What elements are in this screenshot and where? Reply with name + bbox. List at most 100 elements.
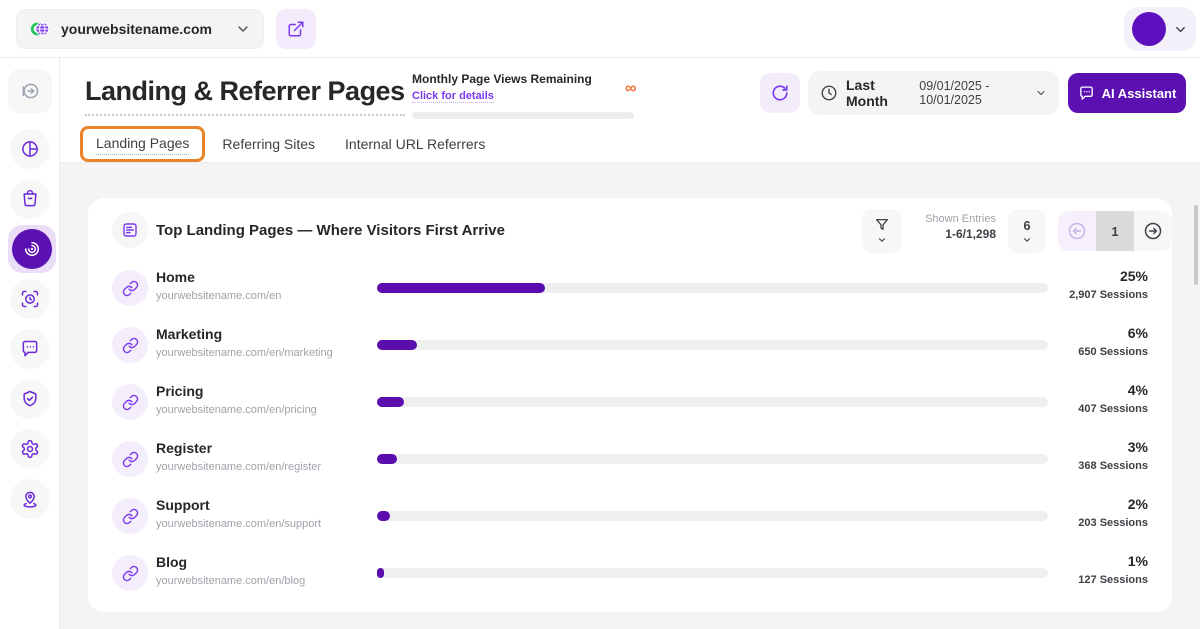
page-header: Landing & Referrer Pages Monthly Page Vi… [60,58,1200,163]
session-bar-track [377,397,1048,407]
scrollbar[interactable] [1194,205,1198,285]
shown-entries-value: 1-6/1,298 [904,227,996,241]
quota-label: Monthly Page Views Remaining [412,72,652,86]
percent-value: 2% [1128,496,1148,512]
link-icon[interactable] [112,441,148,477]
page-url: yourwebsitename.com/en/register [156,461,321,473]
external-link-icon [287,20,305,38]
page-name[interactable]: Register [156,440,212,456]
page-name[interactable]: Support [156,497,210,513]
tab-landing-pages[interactable]: Landing Pages [96,135,189,155]
tab-internal-url-referrers[interactable]: Internal URL Referrers [345,136,485,152]
active-indicator [12,229,52,269]
quota-progress-bar [412,112,634,119]
session-bar-track [377,454,1048,464]
prev-page-button[interactable] [1058,211,1096,251]
sidebar-collapse-button[interactable] [8,69,52,113]
website-globe-icon [29,18,51,40]
chevron-down-icon [877,235,887,245]
pie-chart-icon [20,139,40,159]
chevron-down-icon [235,21,251,37]
link-icon[interactable] [112,270,148,306]
arrow-left-circle-icon [1067,221,1087,241]
refresh-button[interactable] [760,73,800,113]
link-icon[interactable] [112,498,148,534]
clock-icon [820,84,838,102]
chevron-down-icon [1035,87,1047,99]
session-bar-track [377,283,1048,293]
session-bar-fill [377,340,417,350]
page-url: yourwebsitename.com/en/marketing [156,347,333,359]
session-bar-fill [377,511,390,521]
filter-button[interactable] [862,209,902,253]
gear-icon [20,439,40,459]
ai-assistant-button[interactable]: AI Assistant [1068,73,1186,113]
chevron-down-icon [1022,235,1032,245]
page-name[interactable]: Pricing [156,383,203,399]
sidebar-item-overview[interactable] [10,129,50,169]
sidebar-nav [0,58,60,629]
sessions-value: 368 Sessions [1078,460,1148,472]
date-range-picker[interactable]: Last Month 09/01/2025 - 10/01/2025 [808,71,1059,115]
landing-page-rows: Home yourwebsitename.com/en 25% 2,907 Se… [88,260,1172,602]
content-area: Top Landing Pages — Where Visitors First… [60,163,1200,629]
sidebar-item-landing-pages[interactable] [8,225,56,273]
shown-entries: Shown Entries 1-6/1,298 [904,213,996,241]
app-window: yourwebsitename.com [0,0,1200,629]
page-name[interactable]: Marketing [156,326,222,342]
sidebar-item-goals[interactable] [10,279,50,319]
next-page-button[interactable] [1134,211,1172,251]
refresh-icon [771,84,789,102]
shown-entries-label: Shown Entries [904,213,996,225]
session-bar-track [377,511,1048,521]
percent-value: 4% [1128,382,1148,398]
radar-icon [22,239,42,259]
ai-assistant-label: AI Assistant [1102,86,1177,101]
page-size-selector[interactable]: 6 [1008,209,1046,253]
sidebar-item-security[interactable] [10,379,50,419]
card-title: Top Landing Pages — Where Visitors First… [156,222,505,239]
sidebar-item-locations[interactable] [10,479,50,519]
sessions-value: 127 Sessions [1078,574,1148,586]
page-name[interactable]: Blog [156,554,187,570]
report-doc-icon [112,212,148,248]
shield-check-icon [20,389,40,409]
current-page[interactable]: 1 [1096,211,1134,251]
session-bar-fill [377,568,384,578]
sidebar-item-ecommerce[interactable] [10,179,50,219]
chat-bubble-icon [20,339,40,359]
page-url: yourwebsitename.com/en/blog [156,575,305,587]
link-icon[interactable] [112,555,148,591]
date-range-value: 09/01/2025 - 10/01/2025 [919,79,1031,107]
session-bar-track [377,568,1048,578]
table-row: Register yourwebsitename.com/en/register… [88,431,1172,488]
page-size-value: 6 [1023,218,1030,233]
session-bar-track [377,340,1048,350]
tab-referring-sites[interactable]: Referring Sites [222,136,315,152]
page-url: yourwebsitename.com/en/pricing [156,404,317,416]
user-menu[interactable] [1124,7,1196,51]
session-bar-fill [377,283,545,293]
page-url: yourwebsitename.com/en [156,290,281,302]
quota-widget: Monthly Page Views Remaining Click for d… [412,72,652,119]
page-name[interactable]: Home [156,269,195,285]
link-icon[interactable] [112,384,148,420]
sidebar-item-settings[interactable] [10,429,50,469]
infinity-value: ∞ [625,80,636,98]
sessions-value: 407 Sessions [1078,403,1148,415]
sessions-value: 2,907 Sessions [1069,289,1148,301]
quota-details-link[interactable]: Click for details [412,90,494,103]
table-row: Pricing yourwebsitename.com/en/pricing 4… [88,374,1172,431]
avatar [1132,12,1166,46]
sidebar-item-feedback[interactable] [10,329,50,369]
collapse-arrow-icon [20,81,40,101]
table-row: Marketing yourwebsitename.com/en/marketi… [88,317,1172,374]
ai-chat-icon [1078,85,1095,102]
table-row: Blog yourwebsitename.com/en/blog 1% 127 … [88,545,1172,602]
link-icon[interactable] [112,327,148,363]
website-selector[interactable]: yourwebsitename.com [16,9,264,49]
landing-pages-card: Top Landing Pages — Where Visitors First… [88,198,1172,612]
chevron-down-icon [1173,22,1188,37]
open-website-button[interactable] [276,9,316,49]
percent-value: 1% [1128,553,1148,569]
